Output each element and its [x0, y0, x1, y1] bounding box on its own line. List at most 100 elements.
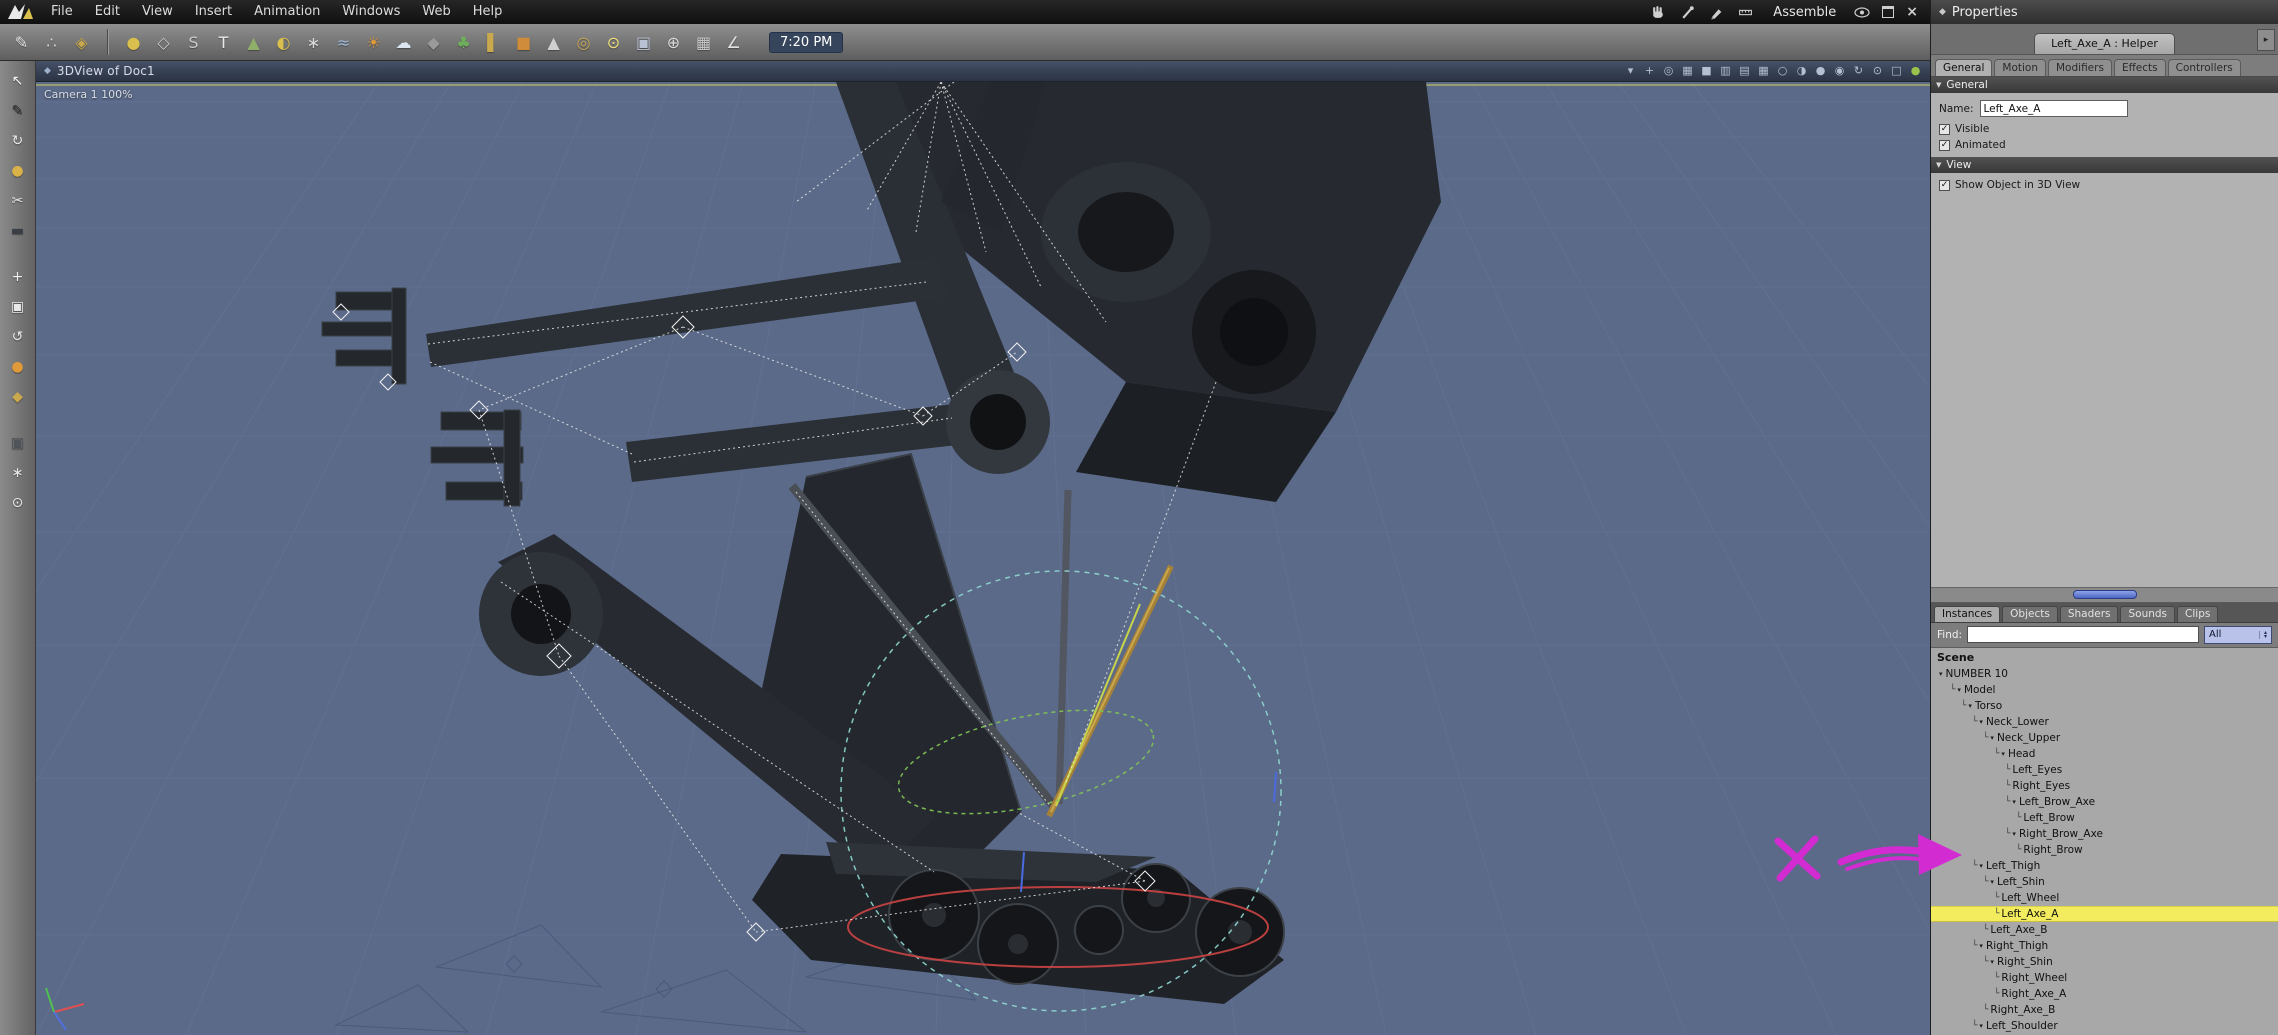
- solo-toggle-icon[interactable]: ◎: [1660, 63, 1677, 79]
- expander-icon[interactable]: ▾: [1939, 670, 1943, 678]
- group-icon[interactable]: ▦: [690, 29, 717, 56]
- tab-clips[interactable]: Clips: [2177, 605, 2219, 622]
- tree-item-left-thigh[interactable]: └ ▾ Left_Thigh: [1931, 858, 2278, 874]
- cone-primitive-icon[interactable]: ▲: [540, 29, 567, 56]
- tree-item-left-shin[interactable]: └ ▾ Left_Shin: [1931, 874, 2278, 890]
- ruler-tool-icon[interactable]: [1738, 5, 1753, 20]
- gradient-tool-icon[interactable]: ◆: [5, 384, 31, 410]
- menu-item-file[interactable]: File: [40, 0, 84, 24]
- hand-grab-icon[interactable]: [1651, 5, 1666, 20]
- light-object-icon[interactable]: ⊙: [600, 29, 627, 56]
- find-input[interactable]: [1967, 626, 2199, 643]
- panel-splitter[interactable]: [1931, 586, 2278, 603]
- menu-item-animation[interactable]: Animation: [243, 0, 331, 24]
- pan-hand-icon[interactable]: ∗: [5, 460, 31, 486]
- layout-vsplit-icon[interactable]: ▥: [1717, 63, 1734, 79]
- grid-toggle-icon[interactable]: ▦: [1679, 63, 1696, 79]
- tab-modifiers[interactable]: Modifiers: [2048, 59, 2112, 76]
- wireframe-mode-icon[interactable]: ○: [1774, 63, 1791, 79]
- menu-item-view[interactable]: View: [131, 0, 184, 24]
- zoom-view-icon[interactable]: ⊙: [1869, 63, 1886, 79]
- paint-select-icon[interactable]: ✎: [5, 98, 31, 124]
- menu-item-windows[interactable]: Windows: [331, 0, 411, 24]
- menu-item-edit[interactable]: Edit: [84, 0, 131, 24]
- tree-item-left-axe-b[interactable]: └ Left_Axe_B: [1931, 922, 2278, 938]
- tree-item-neck-upper[interactable]: └ ▾ Neck_Upper: [1931, 730, 2278, 746]
- target-helper-icon[interactable]: ⊕: [660, 29, 687, 56]
- tab-motion[interactable]: Motion: [1994, 59, 2046, 76]
- object-tab[interactable]: Left_Axe_A : Helper: [2034, 33, 2175, 54]
- menu-item-web[interactable]: Web: [411, 0, 461, 24]
- name-field[interactable]: [1979, 100, 2128, 117]
- show-object-checkbox[interactable]: ✓ Show Object in 3D View: [1931, 173, 2278, 199]
- expander-icon[interactable]: ▾: [1990, 734, 1994, 742]
- fire-object-icon[interactable]: ☀: [360, 29, 387, 56]
- tree-item-right-thigh[interactable]: └ ▾ Right_Thigh: [1931, 938, 2278, 954]
- particle-emitter-icon[interactable]: ∗: [300, 29, 327, 56]
- brush-tool-icon[interactable]: ✎: [8, 29, 35, 56]
- tab-general[interactable]: General: [1935, 59, 1993, 76]
- animated-checkbox[interactable]: ✓ Animated: [1931, 137, 2278, 157]
- cloud-object-icon[interactable]: ☁: [390, 29, 417, 56]
- layout-hsplit-icon[interactable]: ▤: [1736, 63, 1753, 79]
- landscape-object-icon[interactable]: ▲: [240, 29, 267, 56]
- close-window-icon[interactable]: ×: [1906, 5, 1918, 19]
- expander-icon[interactable]: ▾: [1968, 702, 1972, 710]
- axes-toggle-icon[interactable]: +: [1641, 63, 1658, 79]
- torus-primitive-icon[interactable]: ◎: [570, 29, 597, 56]
- tree-item-head[interactable]: └ ▾ Head: [1931, 746, 2278, 762]
- magnet-tool-icon[interactable]: ◈: [68, 29, 95, 56]
- select-arrow-icon[interactable]: ↖: [5, 68, 31, 94]
- viewport-options-icon[interactable]: ▾: [1622, 63, 1639, 79]
- quality-sphere-icon[interactable]: ●: [1907, 63, 1924, 79]
- properties-header[interactable]: ◆ Properties: [1931, 0, 2278, 24]
- viewport-titlebar[interactable]: ◆ 3DView of Doc1 ▾ + ◎ ▦ ■ ▥ ▤ ▦ ○ ◑ ● ◉ ↻ ⊙ □ ●: [36, 60, 1930, 82]
- filter-dropdown[interactable]: All ▴ ▾: [2204, 625, 2272, 644]
- tree-item-right-axe-b[interactable]: └ Right_Axe_B: [1931, 1002, 2278, 1018]
- hot-point-icon[interactable]: ●: [5, 354, 31, 380]
- flat-mode-icon[interactable]: ◑: [1793, 63, 1810, 79]
- metaball-object-icon[interactable]: ◐: [270, 29, 297, 56]
- tree-item-model[interactable]: └ ▾ Model: [1931, 682, 2278, 698]
- tree-item-right-wheel[interactable]: └ Right_Wheel: [1931, 970, 2278, 986]
- tree-item-number-10[interactable]: ▾ NUMBER 10: [1931, 666, 2278, 682]
- tree-item-right-brow-axe[interactable]: └ ▾ Right_Brow_Axe: [1931, 826, 2278, 842]
- text-object-icon[interactable]: T: [210, 29, 237, 56]
- menu-item-help[interactable]: Help: [462, 0, 514, 24]
- rotate-gizmo-icon[interactable]: ↺: [5, 324, 31, 350]
- tab-instances[interactable]: Instances: [1934, 605, 2001, 622]
- tree-item-left-brow-axe[interactable]: └ ▾ Left_Brow_Axe: [1931, 794, 2278, 810]
- eye-icon[interactable]: [1854, 6, 1870, 18]
- texture-mode-icon[interactable]: ◉: [1831, 63, 1848, 79]
- measure-tool-icon[interactable]: ∠: [720, 29, 747, 56]
- tree-item-right-brow[interactable]: └ Right_Brow: [1931, 842, 2278, 858]
- tree-item-left-brow[interactable]: └ Left_Brow: [1931, 810, 2278, 826]
- expander-icon[interactable]: ▾: [1979, 862, 1983, 870]
- expander-icon[interactable]: ▾: [1979, 718, 1983, 726]
- tree-item-left-axe-a[interactable]: └ Left_Axe_A: [1931, 905, 2278, 922]
- tree-item-right-eyes[interactable]: └ Right_Eyes: [1931, 778, 2278, 794]
- collapse-panel-button[interactable]: ▸: [2257, 29, 2275, 51]
- expander-icon[interactable]: ▾: [1957, 686, 1961, 694]
- expander-icon[interactable]: ▾: [1979, 942, 1983, 950]
- tab-shaders[interactable]: Shaders: [2059, 605, 2119, 622]
- sphere-of-attraction-icon[interactable]: ●: [5, 158, 31, 184]
- general-section-header[interactable]: ▼ General: [1931, 77, 2278, 93]
- rotate-view-icon[interactable]: ↻: [1850, 63, 1867, 79]
- shaded-mode-icon[interactable]: ●: [1812, 63, 1829, 79]
- view-section-header[interactable]: ▼ View: [1931, 157, 2278, 173]
- expander-icon[interactable]: ▾: [2001, 750, 2005, 758]
- rotate-tool-icon[interactable]: ↻: [5, 128, 31, 154]
- expander-icon[interactable]: ▾: [2012, 830, 2016, 838]
- tab-effects[interactable]: Effects: [2113, 59, 2166, 76]
- tab-controllers[interactable]: Controllers: [2167, 59, 2241, 76]
- tree-item-right-shin[interactable]: └ ▾ Right_Shin: [1931, 954, 2278, 970]
- scale-tool-icon[interactable]: ▣: [5, 294, 31, 320]
- visible-checkbox[interactable]: ✓ Visible: [1931, 121, 2278, 137]
- restore-window-icon[interactable]: [1882, 6, 1895, 18]
- tree-item-right-axe-a[interactable]: └ Right_Axe_A: [1931, 986, 2278, 1002]
- scene-root-label[interactable]: Scene: [1931, 648, 2278, 666]
- spray-tool-icon[interactable]: ∴: [38, 29, 65, 56]
- fountain-object-icon[interactable]: ≈: [330, 29, 357, 56]
- tree-item-left-shoulder[interactable]: └ ▾ Left_Shoulder: [1931, 1018, 2278, 1034]
